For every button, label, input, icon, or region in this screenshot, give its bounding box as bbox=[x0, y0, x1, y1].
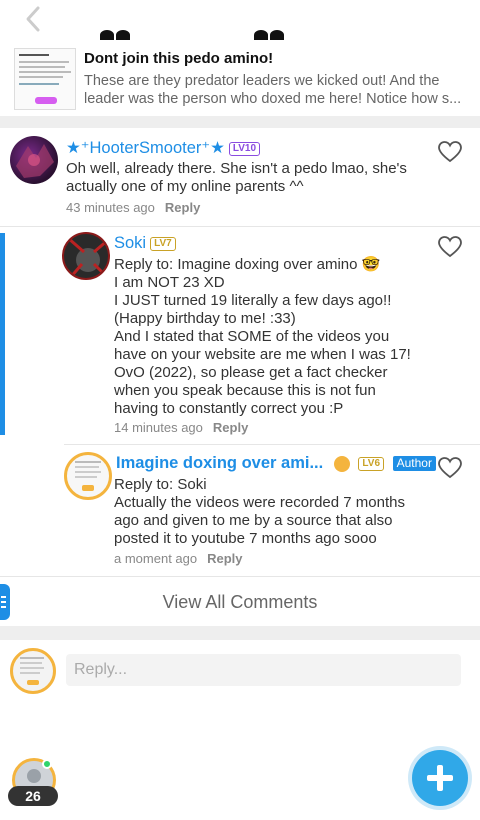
heart-icon[interactable] bbox=[438, 457, 462, 479]
level-badge: LV7 bbox=[150, 236, 176, 251]
reply-button[interactable]: Reply bbox=[213, 420, 248, 435]
section-divider bbox=[0, 626, 480, 640]
avatar[interactable] bbox=[10, 136, 58, 184]
online-count-badge: 26 bbox=[8, 786, 58, 806]
top-bar bbox=[0, 0, 480, 40]
decor-shape bbox=[270, 30, 284, 40]
online-indicator bbox=[42, 759, 52, 769]
divider bbox=[64, 444, 480, 445]
comment-meta: a moment ago Reply bbox=[114, 551, 243, 566]
avatar[interactable] bbox=[64, 452, 112, 500]
divider bbox=[0, 226, 480, 227]
comment-text: Reply to: Soki Actually the videos were … bbox=[114, 476, 405, 547]
heart-icon[interactable] bbox=[438, 236, 462, 258]
comment-meta: 14 minutes ago Reply bbox=[114, 420, 248, 435]
reply-button[interactable]: Reply bbox=[165, 200, 200, 215]
crown-icon bbox=[333, 455, 350, 472]
decor-shape bbox=[254, 30, 268, 40]
author-tag: Author bbox=[392, 456, 436, 472]
my-avatar bbox=[10, 648, 56, 694]
section-divider bbox=[0, 116, 480, 128]
level-badge: LV6 bbox=[358, 456, 385, 471]
comment-author[interactable]: ★⁺HooterSmooter⁺★ LV10 bbox=[66, 138, 261, 158]
avatar[interactable] bbox=[62, 232, 110, 280]
post-description: These are they predator leaders we kicke… bbox=[84, 73, 462, 107]
comment-text: Reply to: Imagine doxing over amino 🤓 I … bbox=[114, 256, 411, 417]
comment-author[interactable]: Imagine doxing over ami... LV6 Author bbox=[116, 454, 436, 473]
reply-input[interactable] bbox=[66, 654, 461, 686]
reply-button[interactable]: Reply bbox=[207, 551, 242, 566]
comment-meta: 43 minutes ago Reply bbox=[66, 200, 200, 215]
divider bbox=[0, 576, 480, 577]
level-badge: LV10 bbox=[228, 141, 261, 156]
comment-text: Oh well, already there. She isn't a pedo… bbox=[66, 160, 407, 195]
decor-shape bbox=[100, 30, 114, 40]
post-thumbnail bbox=[14, 48, 76, 110]
back-chevron-icon[interactable] bbox=[18, 4, 48, 34]
plus-icon bbox=[427, 765, 453, 791]
comment-time: a moment ago bbox=[114, 551, 198, 566]
comment-time: 43 minutes ago bbox=[66, 200, 155, 215]
heart-icon[interactable] bbox=[438, 141, 462, 163]
decor-shape bbox=[116, 30, 130, 40]
thread-indicator bbox=[0, 233, 5, 435]
comment-time: 14 minutes ago bbox=[114, 420, 203, 435]
post-preview[interactable]: Dont join this pedo amino! These are the… bbox=[0, 40, 480, 116]
comment-author[interactable]: Soki LV7 bbox=[114, 234, 176, 253]
post-title: Dont join this pedo amino! bbox=[84, 50, 274, 67]
compose-button[interactable] bbox=[412, 750, 468, 806]
view-all-comments-button[interactable]: View All Comments bbox=[0, 586, 480, 618]
